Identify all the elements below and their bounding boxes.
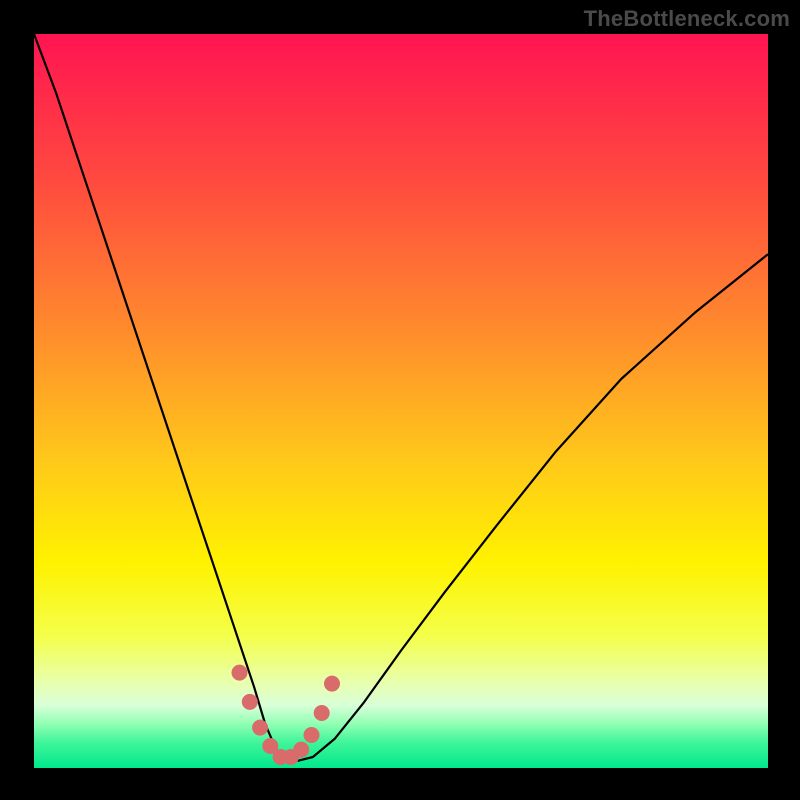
plot-background [34, 34, 768, 768]
highlight-marker [252, 720, 268, 736]
highlight-marker [324, 676, 340, 692]
highlight-marker [304, 727, 320, 743]
chart-svg [0, 0, 800, 800]
highlight-marker [242, 694, 258, 710]
highlight-marker [293, 742, 309, 758]
watermark-label: TheBottleneck.com [584, 6, 790, 32]
highlight-marker [314, 705, 330, 721]
chart-stage: TheBottleneck.com [0, 0, 800, 800]
highlight-marker [232, 665, 248, 681]
